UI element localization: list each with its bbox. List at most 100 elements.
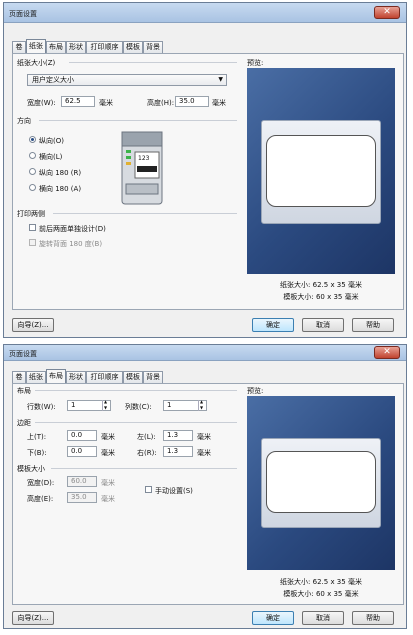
group-divider <box>51 468 237 469</box>
preview-label-shape <box>266 451 376 513</box>
rotate-back-label: 旋转背面 180 度(B) <box>39 240 103 248</box>
title-bar[interactable]: 页面设置 ✕ <box>4 3 406 23</box>
right-margin-input[interactable]: 1.3 <box>163 446 193 457</box>
orientation-group-label: 方向 <box>17 117 31 125</box>
height-input[interactable]: 35.0 <box>175 96 209 107</box>
rotate-back-checkbox[interactable] <box>29 239 36 246</box>
group-divider <box>35 390 237 391</box>
preview-area <box>247 68 395 274</box>
template-size-caption: 模板大小: 60 x 35 毫米 <box>283 590 359 598</box>
cancel-button[interactable]: 取消 <box>302 611 344 625</box>
template-height-label: 高度(E): <box>27 495 54 503</box>
height-label: 高度(H): <box>147 99 175 107</box>
manual-setting-checkbox[interactable] <box>145 486 152 493</box>
duplex-label: 前后两面单独设计(D) <box>39 225 106 233</box>
template-width-unit: 毫米 <box>101 479 115 487</box>
tab-paper[interactable]: 纸张 <box>26 371 46 383</box>
help-button[interactable]: 帮助 <box>352 611 394 625</box>
printer-icon: 123 <box>118 128 166 208</box>
orientation-landscape180-label: 横向 180 (A) <box>39 185 82 193</box>
top-margin-unit: 毫米 <box>101 433 115 441</box>
preview-label: 预览: <box>247 387 264 395</box>
paper-size-group-label: 纸张大小(Z) <box>17 59 56 67</box>
preview-label: 预览: <box>247 59 264 67</box>
close-button[interactable]: ✕ <box>374 346 400 359</box>
tab-print-order[interactable]: 打印顺序 <box>86 41 123 53</box>
preview-area <box>247 396 395 570</box>
cols-spinner[interactable] <box>198 399 205 411</box>
margin-group-label: 边距 <box>17 419 31 427</box>
tab-print-order[interactable]: 打印顺序 <box>86 371 123 383</box>
tab-roll[interactable]: 卷 <box>12 41 26 53</box>
page-setup-dialog-layout: 页面设置 ✕ 卷 纸张 布局 形状 打印顺序 模板 背景 布局 行数(W): 1… <box>3 344 407 629</box>
tab-roll[interactable]: 卷 <box>12 371 26 383</box>
width-unit: 毫米 <box>99 99 113 107</box>
close-button[interactable]: ✕ <box>374 6 400 19</box>
group-divider <box>53 213 237 214</box>
ok-button[interactable]: 确定 <box>252 318 294 332</box>
duplex-checkbox[interactable] <box>29 224 36 231</box>
cols-label: 列数(C): <box>125 403 152 411</box>
orientation-portrait180-label: 纵向 180 (R) <box>39 169 82 177</box>
layout-group-label: 布局 <box>17 387 31 395</box>
dialog-title: 页面设置 <box>9 350 37 358</box>
preview-paper <box>261 120 381 224</box>
tab-shape[interactable]: 形状 <box>66 371 86 383</box>
tab-template[interactable]: 模板 <box>123 41 143 53</box>
bottom-margin-unit: 毫米 <box>101 449 115 457</box>
width-input[interactable]: 62.5 <box>61 96 95 107</box>
bottom-margin-label: 下(B): <box>27 449 47 457</box>
orientation-landscape180-radio[interactable] <box>29 184 36 191</box>
title-bar[interactable]: 页面设置 ✕ <box>4 345 406 361</box>
dialog-title: 页面设置 <box>9 10 37 18</box>
paper-size-caption: 纸张大小: 62.5 x 35 毫米 <box>280 281 362 289</box>
orientation-landscape-radio[interactable] <box>29 152 36 159</box>
wizard-button[interactable]: 向导(Z)... <box>12 611 54 625</box>
tab-panel: 纸张大小(Z) 用户定义大小 ▼ 宽度(W): 62.5 毫米 高度(H): 3… <box>12 53 404 310</box>
template-width-label: 宽度(D): <box>27 479 55 487</box>
orientation-portrait180-radio[interactable] <box>29 168 36 175</box>
template-height-input[interactable]: 35.0 <box>67 492 97 503</box>
tab-paper[interactable]: 纸张 <box>26 39 46 53</box>
paper-size-value: 用户定义大小 <box>32 76 74 84</box>
width-label: 宽度(W): <box>27 99 56 107</box>
template-size-caption: 模板大小: 60 x 35 毫米 <box>283 293 359 301</box>
preview-paper <box>261 438 381 528</box>
paper-size-caption: 纸张大小: 62.5 x 35 毫米 <box>280 578 362 586</box>
tab-shape[interactable]: 形状 <box>66 41 86 53</box>
paper-size-select[interactable]: 用户定义大小 ▼ <box>27 74 227 86</box>
left-margin-input[interactable]: 1.3 <box>163 430 193 441</box>
right-margin-unit: 毫米 <box>197 449 211 457</box>
chevron-down-icon: ▼ <box>218 76 223 83</box>
tab-background[interactable]: 背景 <box>143 41 163 53</box>
tab-layout[interactable]: 布局 <box>46 41 66 53</box>
cancel-button[interactable]: 取消 <box>302 318 344 332</box>
top-margin-label: 上(T): <box>27 433 47 441</box>
print-sides-group-label: 打印两侧 <box>17 210 45 218</box>
group-divider <box>69 62 237 63</box>
left-margin-label: 左(L): <box>137 433 156 441</box>
right-margin-label: 右(R): <box>137 449 157 457</box>
rows-label: 行数(W): <box>27 403 56 411</box>
group-divider <box>39 120 237 121</box>
page-setup-dialog-paper: 页面设置 ✕ 卷 纸张 布局 形状 打印顺序 模板 背景 纸张大小(Z) 用户定… <box>3 2 407 338</box>
tab-background[interactable]: 背景 <box>143 371 163 383</box>
tab-template[interactable]: 模板 <box>123 371 143 383</box>
wizard-button[interactable]: 向导(Z)... <box>12 318 54 332</box>
template-width-input[interactable]: 60.0 <box>67 476 97 487</box>
rows-spinner[interactable] <box>102 399 109 411</box>
printer-label-text: 123 <box>138 155 150 162</box>
orientation-portrait-label: 纵向(O) <box>39 137 64 145</box>
top-margin-input[interactable]: 0.0 <box>67 430 97 441</box>
tab-layout[interactable]: 布局 <box>46 369 66 383</box>
left-margin-unit: 毫米 <box>197 433 211 441</box>
height-unit: 毫米 <box>212 99 226 107</box>
tab-panel: 布局 行数(W): 1 列数(C): 1 边距 上(T): 0.0 毫米 左(L… <box>12 383 404 605</box>
bottom-margin-input[interactable]: 0.0 <box>67 446 97 457</box>
group-divider <box>35 422 237 423</box>
help-button[interactable]: 帮助 <box>352 318 394 332</box>
manual-setting-label: 手动设置(S) <box>155 487 193 495</box>
template-height-unit: 毫米 <box>101 495 115 503</box>
orientation-portrait-radio[interactable] <box>29 136 36 143</box>
ok-button[interactable]: 确定 <box>252 611 294 625</box>
